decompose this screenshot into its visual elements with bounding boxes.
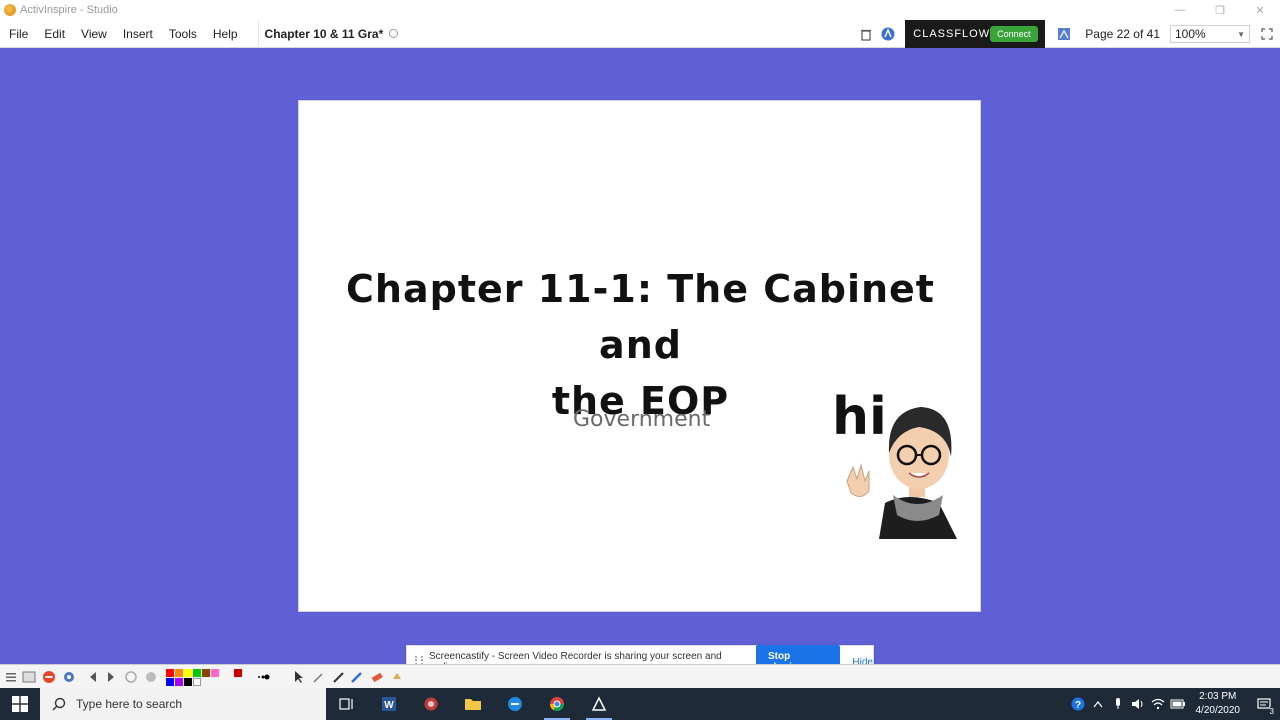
slide-subtitle: Government (573, 407, 711, 432)
color-swatch-black[interactable] (184, 678, 192, 686)
fill-icon[interactable] (390, 670, 404, 684)
activinspire-taskbar-icon (591, 696, 607, 711)
volume-icon[interactable] (1128, 688, 1148, 720)
zoom-select[interactable]: 100% ▼ (1170, 25, 1250, 43)
close-button[interactable]: ✕ (1240, 0, 1280, 20)
camera-icon[interactable] (144, 670, 158, 684)
select-cursor-icon[interactable] (292, 670, 306, 684)
windows-logo-icon (12, 696, 28, 712)
app-button-2[interactable] (410, 688, 452, 720)
activinspire-button[interactable] (578, 688, 620, 720)
previous-page-icon[interactable] (86, 670, 100, 684)
menu-tools[interactable]: Tools (161, 20, 205, 48)
activinspire-account-icon[interactable] (881, 27, 895, 41)
pen-icon[interactable] (332, 670, 346, 684)
color-swatch-orange[interactable] (175, 669, 183, 677)
classflow-panel: CLASSFLOW Connect (905, 20, 1046, 48)
chrome-icon (550, 697, 564, 711)
highlighter-icon[interactable] (350, 670, 364, 684)
menu-insert[interactable]: Insert (115, 20, 161, 48)
eraser-icon[interactable] (370, 670, 384, 684)
start-button[interactable] (0, 688, 40, 720)
task-view-button[interactable] (326, 688, 368, 720)
activinspire-logo-icon (4, 4, 16, 16)
flipchart-page[interactable]: Chapter 11-1: The Cabinet and the EOP Go… (298, 100, 981, 612)
microphone-icon[interactable] (1108, 688, 1128, 720)
menu-bar: File Edit View Insert Tools Help Chapter… (0, 19, 1280, 48)
color-swatch-white[interactable] (193, 678, 201, 686)
browser-icon[interactable] (22, 670, 36, 684)
chrome-button[interactable] (536, 688, 578, 720)
notification-count: 3 (1269, 707, 1274, 716)
minimize-button[interactable]: — (1160, 0, 1200, 20)
app-icon (424, 697, 438, 711)
svg-text:W: W (384, 700, 394, 711)
zoom-value: 100% (1175, 27, 1206, 41)
color-swatch-dark-red[interactable] (234, 669, 242, 677)
color-swatch-red[interactable] (166, 669, 174, 677)
search-icon (52, 697, 66, 711)
color-swatch-pink[interactable] (211, 669, 219, 677)
fullscreen-icon[interactable] (1260, 27, 1274, 41)
taskbar-search[interactable]: Type here to search (40, 688, 326, 720)
word-icon: W (382, 697, 396, 711)
title-bar: ActivInspire - Studio — ❐ ✕ (0, 0, 1280, 20)
trash-icon[interactable] (859, 27, 873, 41)
word-app-button[interactable]: W (368, 688, 410, 720)
edge-icon (508, 697, 522, 711)
file-explorer-button[interactable] (452, 688, 494, 720)
task-view-icon (339, 698, 353, 710)
menubar-right-controls: CLASSFLOW Connect Page 22 of 41 100% ▼ (855, 20, 1280, 48)
next-page-icon[interactable] (104, 670, 118, 684)
menu-edit[interactable]: Edit (36, 20, 73, 48)
main-toolbox (0, 664, 1280, 688)
connect-button[interactable]: Connect (990, 26, 1038, 42)
page-indicator: Page 22 of 41 (1085, 27, 1160, 41)
menu-help[interactable]: Help (205, 20, 246, 48)
tab-close-icon[interactable] (389, 29, 399, 38)
color-swatch-yellow[interactable] (184, 669, 192, 677)
windows-taskbar: Type here to search W ? 2:03 PM 4/20/202… (0, 688, 1280, 720)
pen-width-icon[interactable] (256, 670, 270, 684)
folder-icon (465, 699, 481, 710)
svg-text:?: ? (1074, 700, 1080, 711)
clock-time: 2:03 PM (1199, 691, 1237, 702)
color-swatch-green[interactable] (193, 669, 201, 677)
color-swatch-brown[interactable] (202, 669, 210, 677)
document-tab[interactable]: Chapter 10 & 11 Gra* (257, 19, 405, 48)
window-controls: — ❐ ✕ (1160, 0, 1280, 20)
battery-icon[interactable] (1168, 688, 1188, 720)
menu-icon[interactable] (4, 670, 18, 684)
document-tab-label: Chapter 10 & 11 Gra* (264, 26, 384, 41)
color-swatch-purple[interactable] (175, 678, 183, 686)
restore-button[interactable]: ❐ (1200, 0, 1240, 20)
classflow-label: CLASSFLOW (913, 28, 991, 40)
wifi-icon[interactable] (1148, 688, 1168, 720)
reset-icon[interactable] (124, 670, 138, 684)
page-browser-icon[interactable] (1057, 27, 1071, 41)
window-title: ActivInspire - Studio (20, 4, 118, 16)
no-entry-icon[interactable] (42, 670, 56, 684)
chevron-up-icon[interactable] (1088, 688, 1108, 720)
edge-button[interactable] (494, 688, 536, 720)
color-swatch-blue[interactable] (166, 678, 174, 686)
taskbar-clock[interactable]: 2:03 PM 4/20/2020 (1196, 690, 1241, 718)
magic-wand-icon[interactable] (312, 670, 326, 684)
menu-file[interactable]: File (1, 20, 36, 48)
search-placeholder: Type here to search (76, 697, 183, 711)
help-tray-icon[interactable]: ? (1068, 688, 1088, 720)
menu-view[interactable]: View (73, 20, 115, 48)
system-tray: ? 2:03 PM 4/20/2020 3 (1068, 688, 1280, 720)
action-center-button[interactable]: 3 (1248, 688, 1280, 720)
slide-title-line-1: Chapter 11-1: The Cabinet and (346, 267, 935, 367)
clock-date: 4/20/2020 (1195, 705, 1241, 716)
chevron-down-icon: ▼ (1237, 29, 1245, 39)
slide-hi-text: hi (832, 387, 887, 447)
gear-icon[interactable] (62, 670, 76, 684)
